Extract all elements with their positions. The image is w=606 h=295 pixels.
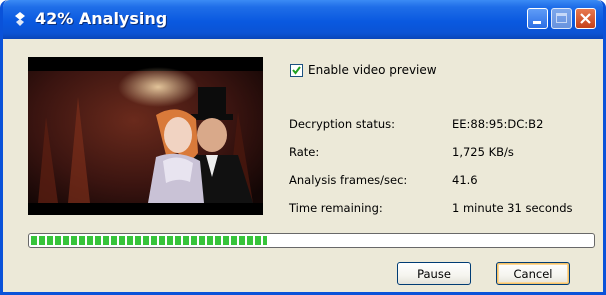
- video-preview: [28, 57, 263, 215]
- close-button[interactable]: [575, 8, 596, 29]
- enable-preview-label: Enable video preview: [308, 63, 437, 77]
- enable-preview-checkbox[interactable]: [290, 63, 303, 77]
- pause-button[interactable]: Pause: [397, 262, 471, 285]
- cancel-button[interactable]: Cancel: [496, 262, 570, 285]
- minimize-icon: [533, 21, 541, 24]
- progress-fill: [31, 236, 267, 245]
- title-bar[interactable]: 42% Analysing: [3, 0, 603, 39]
- time-remaining-value: 1 minute 31 seconds: [452, 201, 573, 215]
- analysis-window: 42% Analysing Enable video preview Decry…: [0, 0, 606, 295]
- video-frame-image: [28, 57, 263, 215]
- app-icon: [15, 12, 25, 26]
- maximize-button: [551, 8, 572, 29]
- time-remaining-label: Time remaining:: [289, 201, 383, 215]
- frames-value: 41.6: [452, 173, 478, 187]
- rate-label: Rate:: [289, 145, 320, 159]
- window-title: 42% Analysing: [35, 9, 168, 28]
- frames-label: Analysis frames/sec:: [289, 173, 408, 187]
- checkmark-icon: [292, 65, 301, 75]
- enable-preview-option[interactable]: Enable video preview: [290, 62, 437, 78]
- rate-value: 1,725 KB/s: [452, 145, 514, 159]
- progress-bar: [28, 233, 595, 248]
- maximize-icon: [556, 13, 567, 23]
- decryption-status-label: Decryption status:: [289, 117, 395, 131]
- minimize-button[interactable]: [527, 8, 548, 29]
- close-icon: [580, 13, 591, 24]
- decryption-status-value: EE:88:95:DC:B2: [452, 117, 544, 131]
